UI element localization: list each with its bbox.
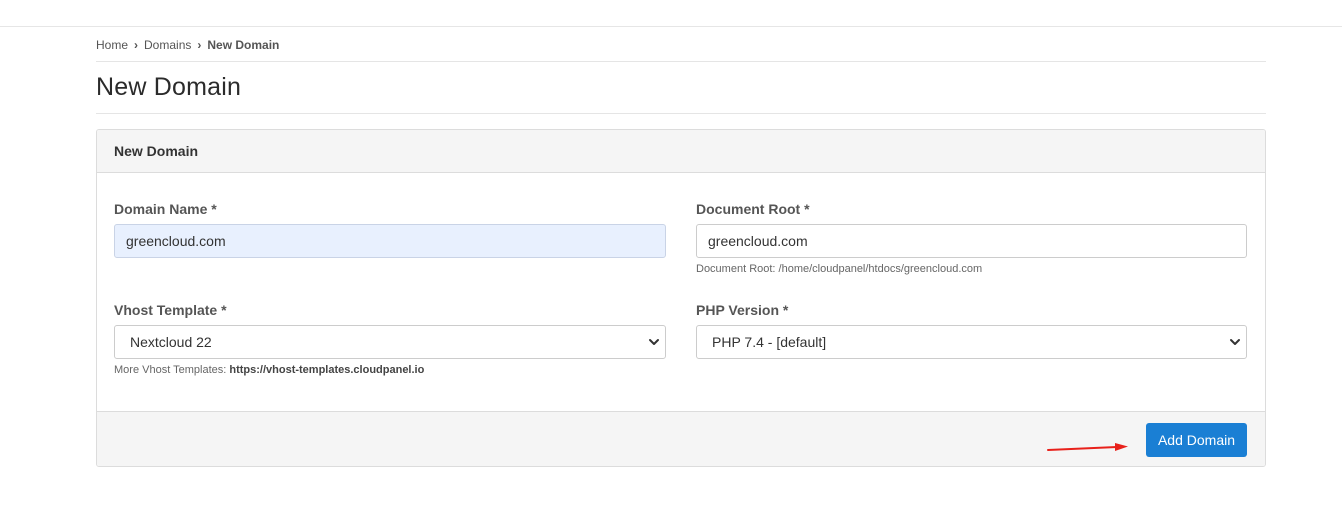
domain-name-input[interactable]: greencloud.com [114, 224, 666, 258]
chevron-right-icon: › [134, 38, 139, 52]
vhost-templates-link[interactable]: https://vhost-templates.cloudpanel.io [229, 364, 424, 376]
breadcrumb-home[interactable]: Home [96, 38, 128, 52]
add-domain-button[interactable]: Add Domain [1146, 423, 1247, 457]
php-version-select[interactable]: PHP 7.4 - [default] [696, 325, 1247, 359]
vhost-template-label: Vhost Template * [114, 302, 227, 318]
document-root-value: greencloud.com [708, 233, 808, 249]
php-version-value: PHP 7.4 - [default] [712, 334, 827, 350]
domain-name-label: Domain Name * [114, 201, 217, 217]
chevron-down-icon [1230, 339, 1240, 345]
card-header: New Domain [97, 130, 1265, 173]
divider [96, 113, 1266, 114]
document-root-label: Document Root * [696, 201, 810, 217]
card-footer: Add Domain [97, 411, 1265, 466]
top-bar [0, 0, 1342, 27]
vhost-template-help-prefix: More Vhost Templates: [114, 364, 230, 376]
breadcrumb: Home › Domains › New Domain [96, 37, 279, 53]
document-root-help: Document Root: /home/cloudpanel/htdocs/g… [696, 263, 983, 275]
chevron-down-icon [649, 339, 659, 345]
chevron-right-icon: › [197, 38, 202, 52]
domain-name-value: greencloud.com [126, 233, 226, 249]
breadcrumb-current: New Domain [207, 38, 280, 52]
document-root-input[interactable]: greencloud.com [696, 224, 1247, 258]
annotation-arrow-icon [1047, 443, 1128, 451]
breadcrumb-domains[interactable]: Domains [144, 38, 191, 52]
vhost-template-value: Nextcloud 22 [130, 334, 212, 350]
new-domain-card: New Domain Domain Name * greencloud.com … [96, 129, 1266, 467]
divider [96, 61, 1266, 62]
php-version-label: PHP Version * [696, 302, 789, 318]
vhost-template-select[interactable]: Nextcloud 22 [114, 325, 666, 359]
page-title: New Domain [96, 73, 242, 101]
vhost-template-help: More Vhost Templates: https://vhost-temp… [114, 364, 424, 376]
